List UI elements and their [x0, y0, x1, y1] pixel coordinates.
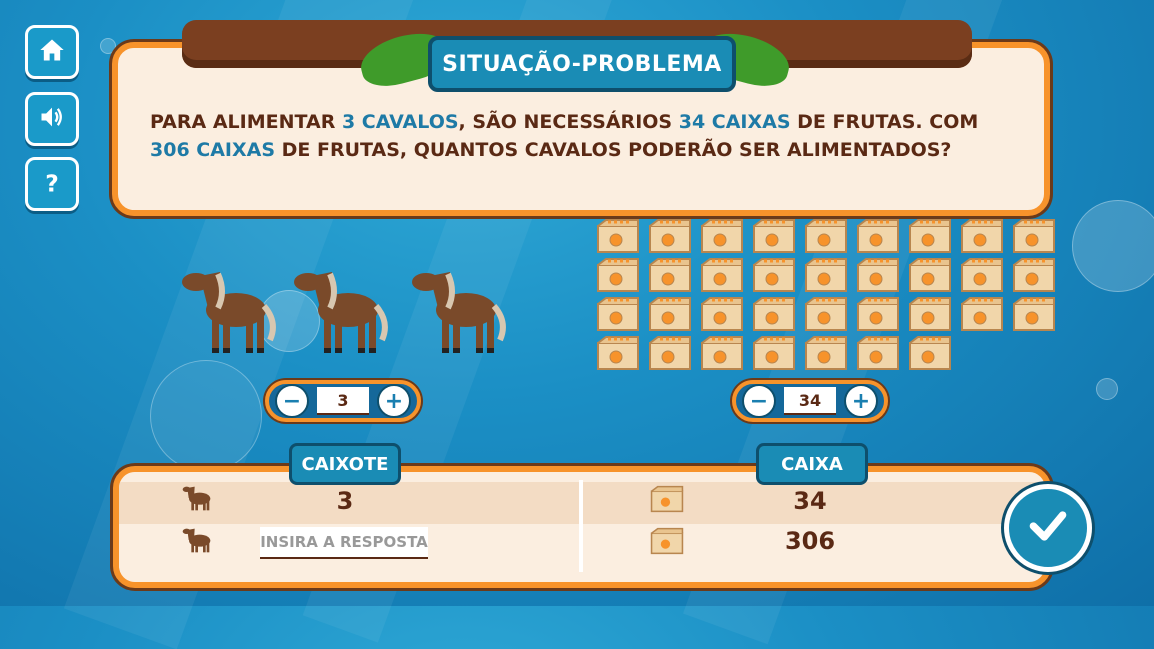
caixote-header: CAIXOTE [289, 443, 401, 485]
fruit-box-icon [1012, 296, 1056, 332]
fruit-box-icon [752, 257, 796, 293]
fruit-box-icon [960, 257, 1004, 293]
help-button[interactable]: ? [25, 157, 79, 211]
horse-icon [180, 482, 216, 518]
horse-icon [178, 262, 278, 358]
fruit-box-icon [648, 218, 692, 254]
speaker-icon [38, 103, 66, 135]
box-icon [650, 485, 684, 517]
fruit-box-icon [752, 296, 796, 332]
decrement-button[interactable]: − [742, 384, 776, 418]
home-button[interactable] [25, 25, 79, 79]
sound-button[interactable] [25, 92, 79, 146]
fruit-box-icon [856, 257, 900, 293]
horse-stepper: − 3 + [265, 380, 421, 422]
fruit-box-icon [596, 218, 640, 254]
fruit-box-icon [908, 257, 952, 293]
fruit-box-icon [804, 218, 848, 254]
svg-text:?: ? [45, 169, 59, 196]
horse-icon [180, 524, 216, 560]
fruit-box-icon [648, 257, 692, 293]
fruit-box-icon [700, 296, 744, 332]
fruit-box-icon [960, 296, 1004, 332]
bubble [150, 360, 262, 472]
home-icon [38, 36, 66, 68]
box-count-value: 34 [784, 387, 836, 415]
row2-caixa-value: 306 [784, 527, 836, 555]
fruit-box-icon [804, 257, 848, 293]
fruit-box-icon [700, 257, 744, 293]
box-stepper: − 34 + [732, 380, 888, 422]
horse-count-value: 3 [317, 387, 369, 415]
problem-title: SITUAÇÃO-PROBLEMA [428, 36, 736, 92]
fruit-box-icon [856, 335, 900, 371]
bubble [1072, 200, 1154, 292]
question-icon: ? [38, 168, 66, 200]
fruit-box-icon [908, 335, 952, 371]
box-icon [650, 527, 684, 559]
answer-input[interactable]: INSIRA A RESPOSTA [260, 527, 428, 559]
fruit-box-icon [804, 296, 848, 332]
fruit-box-icon [648, 335, 692, 371]
fruit-box-icon [804, 335, 848, 371]
bubble [1096, 378, 1118, 400]
fruit-box-icon [752, 335, 796, 371]
problem-text: PARA ALIMENTAR 3 CAVALOS, SÃO NECESSÁRIO… [150, 111, 979, 161]
fruit-box-icon [596, 335, 640, 371]
increment-button[interactable]: + [377, 384, 411, 418]
fruit-box-icon [1012, 218, 1056, 254]
caixa-header: CAIXA [756, 443, 868, 485]
fruit-box-icon [700, 335, 744, 371]
increment-button[interactable]: + [844, 384, 878, 418]
checkmark-icon [1026, 504, 1070, 552]
column-divider [579, 480, 583, 572]
decrement-button[interactable]: − [275, 384, 309, 418]
fruit-box-icon [1012, 257, 1056, 293]
row1-caixa-value: 34 [793, 487, 827, 515]
row1-caixote-value: 3 [336, 487, 354, 515]
fruit-box-icon [752, 218, 796, 254]
horse-icon [290, 262, 390, 358]
horse-icon [408, 262, 508, 358]
fruit-box-icon [648, 296, 692, 332]
bubble [100, 38, 116, 54]
fruit-box-icon [908, 218, 952, 254]
fruit-box-icon [596, 257, 640, 293]
fruit-box-icon [908, 296, 952, 332]
fruit-box-icon [700, 218, 744, 254]
fruit-box-icon [960, 218, 1004, 254]
submit-button[interactable] [1004, 484, 1092, 572]
fruit-box-icon [856, 296, 900, 332]
proportion-table [113, 466, 1051, 588]
fruit-box-icon [856, 218, 900, 254]
fruit-box-icon [596, 296, 640, 332]
